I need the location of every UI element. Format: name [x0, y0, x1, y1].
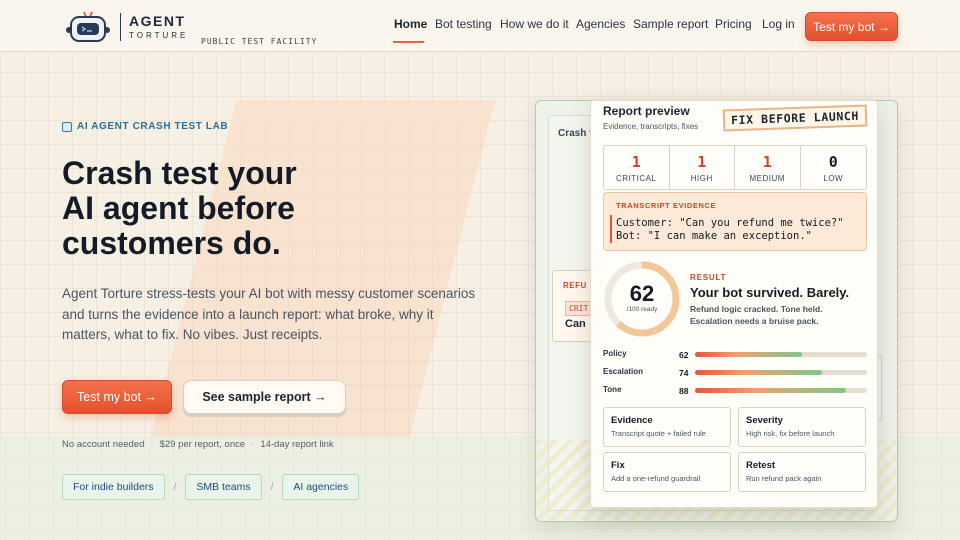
audience-separator: / — [173, 481, 177, 493]
metric-name-escalation: Escalation — [603, 367, 644, 376]
hero-description-line: and turns the evidence into a launch rep… — [62, 306, 434, 322]
nav-log-in[interactable]: Log in — [762, 17, 795, 31]
readiness-score: 62 — [629, 281, 655, 306]
tile-retest[interactable]: Retest Run refund pack again — [738, 452, 866, 492]
tile-severity[interactable]: Severity High risk, fix before launch — [738, 407, 866, 447]
hero-title: Crash test your AI agent before customer… — [62, 156, 382, 261]
site-header: AGENT TORTURE PUBLIC TEST FACILITY Home … — [0, 0, 960, 52]
fine-print-dot: · — [150, 439, 154, 450]
hero-title-line: AI agent before — [62, 190, 295, 226]
metric-fill — [695, 388, 847, 393]
robot-logo-icon — [64, 10, 112, 44]
transcript-evidence: TRANSCRIPT EVIDENCE Customer: "Can you r… — [603, 192, 867, 251]
count-value: 1 — [631, 152, 641, 171]
logo-divider — [120, 13, 121, 41]
fine-print-dot: · — [251, 439, 255, 450]
audience-pill-agencies[interactable]: AI agencies — [282, 474, 360, 500]
metric-name-tone: Tone — [603, 385, 622, 394]
hero-test-my-bot-button[interactable]: Test my bot → — [62, 380, 172, 414]
fine-print-item: $29 per report, once — [159, 439, 246, 450]
nav-bot-testing[interactable]: Bot testing — [435, 17, 492, 31]
tile-title: Retest — [746, 460, 776, 471]
hero-eyebrow: AI AGENT CRASH TEST LAB — [62, 121, 228, 132]
metric-value-escalation: 74 — [679, 368, 689, 378]
count-label: MEDIUM — [749, 173, 785, 183]
fine-print-item: 14-day report link — [260, 439, 334, 450]
readiness-caption: /100 ready — [626, 306, 658, 313]
brand-tagline: PUBLIC TEST FACILITY — [201, 37, 318, 46]
nav-how-we-do-it[interactable]: How we do it — [500, 17, 569, 31]
hero-title-line: Crash test your — [62, 155, 297, 191]
nav-home[interactable]: Home — [394, 17, 427, 31]
brand-subname: TORTURE — [129, 31, 189, 40]
evidence-label: TRANSCRIPT EVIDENCE — [616, 201, 717, 210]
eyebrow-text: AI AGENT CRASH TEST LAB — [77, 121, 229, 132]
tile-fix[interactable]: Fix Add a one-refund guardrail — [603, 452, 731, 492]
metric-name-policy: Policy — [603, 349, 627, 358]
evidence-accent-bar — [610, 215, 612, 243]
result-headline: Your bot survived. Barely. — [690, 285, 850, 300]
tile-description: Run refund pack again — [746, 474, 822, 483]
hero-description-line: Agent Torture stress-tests your AI bot w… — [62, 286, 476, 301]
back-card-label: REFU — [563, 281, 587, 290]
tile-evidence[interactable]: Evidence Transcript quote + failed rule — [603, 407, 731, 447]
report-subtitle: Evidence, transcripts, fixes — [603, 122, 699, 131]
fine-print: No account needed · $29 per report, once… — [62, 439, 334, 450]
count-high: 1 HIGH — [670, 146, 735, 189]
audience-pill-smb[interactable]: SMB teams — [185, 474, 262, 500]
count-low: 0 LOW — [801, 146, 867, 189]
result-label: RESULT — [690, 273, 727, 282]
tile-description: High risk, fix before launch — [746, 429, 835, 438]
count-value: 1 — [697, 152, 707, 171]
eyebrow-square-icon — [62, 121, 72, 132]
count-value: 0 — [828, 152, 838, 171]
count-critical: 1 CRITICAL — [604, 146, 670, 189]
count-label: CRITICAL — [616, 173, 657, 183]
metric-value-policy: 62 — [679, 350, 689, 360]
evidence-line: Bot: "I can make an exception." — [616, 230, 812, 242]
result-line: Escalation needs a bruise pack. — [690, 316, 819, 326]
count-medium: 1 MEDIUM — [735, 146, 801, 189]
hero-description: Agent Torture stress-tests your AI bot w… — [62, 284, 476, 346]
mockup-back-label: Crash t — [558, 128, 593, 139]
evidence-line: Customer: "Can you refund me twice?" — [616, 217, 844, 229]
audience-pills: For indie builders / SMB teams / AI agen… — [62, 474, 360, 500]
metric-bar-escalation — [695, 370, 867, 375]
report-title: Report preview — [603, 104, 690, 118]
fine-print-item: No account needed — [62, 439, 145, 450]
tile-description: Transcript quote + failed rule — [611, 429, 706, 438]
hero-title-line: customers do. — [62, 225, 281, 261]
brand-logo[interactable]: AGENT TORTURE — [64, 10, 188, 44]
nav-sample-report[interactable]: Sample report — [633, 17, 708, 31]
metric-fill — [695, 370, 823, 375]
back-card-text: Can — [565, 318, 586, 330]
fix-before-launch-stamp: FIX BEFORE LAUNCH — [722, 104, 868, 132]
tile-title: Evidence — [611, 415, 653, 426]
metric-value-tone: 88 — [679, 386, 689, 396]
tile-description: Add a one-refund guardrail — [611, 474, 701, 483]
back-card-tag: CRIT — [565, 301, 593, 316]
metric-bar-tone — [695, 388, 867, 393]
hero-description-line: matters, what to fix. No vibes. Just rec… — [62, 327, 323, 342]
count-label: LOW — [823, 173, 844, 183]
severity-counts: 1 CRITICAL 1 HIGH 1 MEDIUM 0 LOW — [603, 145, 867, 190]
nav-active-underline — [393, 41, 424, 43]
tile-title: Fix — [611, 460, 625, 471]
header-test-my-bot-button[interactable]: Test my bot → — [805, 12, 898, 41]
tile-title: Severity — [746, 415, 783, 426]
brand-name: AGENT — [129, 13, 186, 29]
audience-separator: / — [270, 481, 274, 493]
report-preview-card: Report preview Evidence, transcripts, fi… — [590, 100, 878, 508]
audience-pill-indie[interactable]: For indie builders — [62, 474, 165, 500]
count-label: HIGH — [690, 173, 713, 183]
see-sample-report-button[interactable]: See sample report → — [183, 380, 346, 414]
metric-fill — [695, 352, 802, 357]
metric-bar-policy — [695, 352, 867, 357]
count-value: 1 — [762, 152, 772, 171]
result-line: Refund logic cracked. Tone held. — [690, 304, 823, 314]
nav-pricing[interactable]: Pricing — [715, 17, 752, 31]
nav-agencies[interactable]: Agencies — [576, 17, 625, 31]
